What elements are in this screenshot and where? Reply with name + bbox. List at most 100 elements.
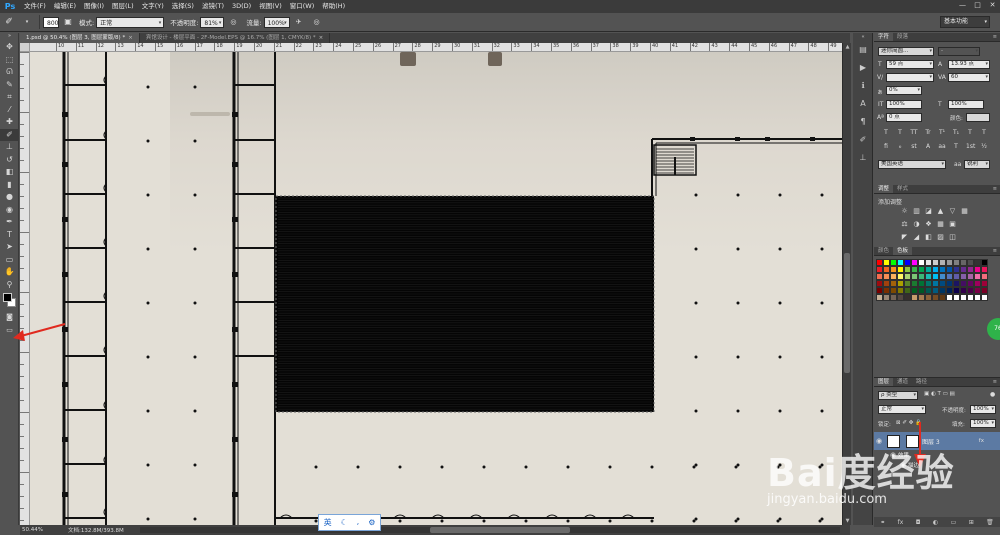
color-swatch[interactable] — [974, 280, 981, 287]
airbrush-icon[interactable]: ✈ — [292, 15, 306, 29]
color-swatch[interactable] — [974, 259, 981, 266]
adjustment-icon[interactable]: ▨ — [936, 233, 945, 242]
zoom-level[interactable]: 50.44% — [20, 527, 48, 533]
toolbar-collapse-icon[interactable]: » — [0, 33, 19, 41]
pressure-opacity-icon[interactable]: ◎ — [226, 15, 240, 29]
clone-source-icon[interactable]: ⊥ — [853, 149, 873, 167]
color-swatch[interactable] — [876, 259, 883, 266]
healing-icon[interactable]: ✚ — [0, 116, 19, 129]
brush-panel-icon[interactable]: ✐ — [853, 131, 873, 149]
panel-menu-icon[interactable]: ≡ — [993, 185, 997, 194]
kerning-input[interactable]: ▾ — [886, 73, 934, 82]
color-swatch[interactable] — [890, 273, 897, 280]
color-swatch[interactable] — [974, 273, 981, 280]
color-swatch[interactable] — [953, 287, 960, 294]
color-swatch[interactable] — [925, 280, 932, 287]
layer-filter-icons[interactable]: ▣ ◐ T ▭ ▤ — [924, 391, 955, 397]
scroll-up-icon[interactable]: ▲ — [843, 43, 852, 51]
color-swatch[interactable] — [974, 266, 981, 273]
color-swatch[interactable] — [925, 294, 932, 301]
crop-icon[interactable]: ⌗ — [0, 91, 19, 104]
pressure-size-icon[interactable]: ◎ — [310, 15, 324, 29]
layer-opacity-input[interactable]: 100% ▾ — [970, 405, 996, 414]
stamp-icon[interactable]: ⊥ — [0, 141, 19, 154]
fx-icon[interactable]: fx — [898, 519, 904, 526]
opentype-button[interactable]: 1st — [966, 143, 975, 151]
character-icon[interactable]: A — [853, 95, 873, 113]
color-swatch[interactable] — [925, 287, 932, 294]
info-icon[interactable]: ℹ — [853, 77, 873, 95]
color-swatch[interactable] — [918, 294, 925, 301]
visibility-eye-icon[interactable]: ◉ — [898, 461, 908, 469]
tab-paths[interactable]: 路径 — [912, 378, 931, 386]
tab-adjustments[interactable]: 调整 — [874, 185, 894, 193]
type-style-button[interactable]: T — [980, 129, 988, 137]
adjustment-icon[interactable]: ▣ — [948, 220, 957, 229]
paragraph-icon[interactable]: ¶ — [853, 113, 873, 131]
history-icon[interactable]: ▤ — [853, 41, 873, 59]
adjustment-icon[interactable]: ☼ — [900, 207, 909, 216]
path-select-icon[interactable]: ➤ — [0, 241, 19, 254]
color-swatch[interactable] — [883, 280, 890, 287]
opentype-button[interactable]: aa — [938, 143, 946, 151]
menu-select[interactable]: 选择(S) — [168, 0, 198, 13]
adjustment-icon[interactable]: ◤ — [900, 233, 909, 242]
color-swatch[interactable] — [911, 280, 918, 287]
adjustment-icon[interactable]: ◫ — [948, 233, 957, 242]
font-style-select[interactable]: - ▾ — [938, 47, 980, 56]
link-layers-icon[interactable]: ⚭ — [880, 519, 885, 526]
blend-mode-select[interactable]: 正常 ▾ — [878, 405, 926, 414]
type-style-button[interactable]: Tr — [924, 129, 932, 137]
scrollbar-thumb[interactable] — [430, 527, 570, 533]
color-swatch[interactable] — [946, 280, 953, 287]
color-swatch[interactable] — [967, 287, 974, 294]
color-swatch[interactable] — [953, 266, 960, 273]
type-style-button[interactable]: T — [882, 129, 890, 137]
type-style-button[interactable]: TT — [910, 129, 918, 137]
color-swatch[interactable] — [981, 266, 988, 273]
color-swatch[interactable] — [967, 259, 974, 266]
color-swatch[interactable] — [904, 266, 911, 273]
layer-effect-row[interactable]: ◉ 描边 — [874, 460, 1000, 470]
color-swatch[interactable] — [981, 273, 988, 280]
vertical-scale-input[interactable]: 100% — [886, 100, 922, 109]
menu-3d[interactable]: 3D(D) — [228, 0, 255, 13]
color-swatch[interactable] — [960, 266, 967, 273]
menu-window[interactable]: 窗口(W) — [286, 0, 319, 13]
color-swatch[interactable] — [974, 287, 981, 294]
anti-alias-select[interactable]: 锐利 ▾ — [964, 160, 990, 169]
adjustment-icon[interactable]: ⚖ — [900, 220, 909, 229]
pen-icon[interactable]: ✒ — [0, 216, 19, 229]
flow-input[interactable]: 100% ▾ — [263, 16, 290, 28]
scrollbar-thumb[interactable] — [844, 253, 850, 373]
color-swatch[interactable] — [939, 287, 946, 294]
visibility-eye-icon[interactable]: ◉ — [888, 451, 898, 459]
opentype-button[interactable]: T — [952, 143, 960, 151]
punctuation-icon[interactable]: ⸴ — [357, 515, 359, 530]
color-swatch[interactable] — [925, 266, 932, 273]
adjustment-layer-icon[interactable]: ◐ — [933, 519, 938, 526]
horizontal-scale-input[interactable]: 100% — [948, 100, 984, 109]
tab-character[interactable]: 字符 — [874, 33, 894, 41]
adjustment-icon[interactable]: ◢ — [912, 233, 921, 242]
color-swatch[interactable] — [897, 294, 904, 301]
dodge-icon[interactable]: ◉ — [0, 204, 19, 217]
marquee-icon[interactable]: ⬚ — [0, 54, 19, 67]
font-family-select[interactable]: 迷你简圆... ▾ — [878, 47, 934, 56]
mode-select[interactable]: 正常 ▾ — [96, 16, 165, 28]
layer-filter-select[interactable]: ρ 类型 ▾ — [878, 391, 918, 400]
actions-icon[interactable]: ▶ — [853, 59, 873, 77]
tab-layers[interactable]: 图层 — [874, 378, 894, 386]
color-swatch[interactable] — [981, 280, 988, 287]
color-swatch[interactable] — [883, 273, 890, 280]
tab-styles[interactable]: 样式 — [893, 185, 912, 193]
color-swatch[interactable] — [939, 266, 946, 273]
color-swatch[interactable] — [953, 294, 960, 301]
color-swatch[interactable] — [911, 273, 918, 280]
color-swatch[interactable] — [918, 287, 925, 294]
layer-fx-badge[interactable]: fx — [979, 438, 984, 444]
menu-help[interactable]: 帮助(H) — [318, 0, 349, 13]
adjustment-icon[interactable]: ◪ — [924, 207, 933, 216]
color-swatch[interactable] — [960, 259, 967, 266]
color-swatch[interactable] — [939, 273, 946, 280]
